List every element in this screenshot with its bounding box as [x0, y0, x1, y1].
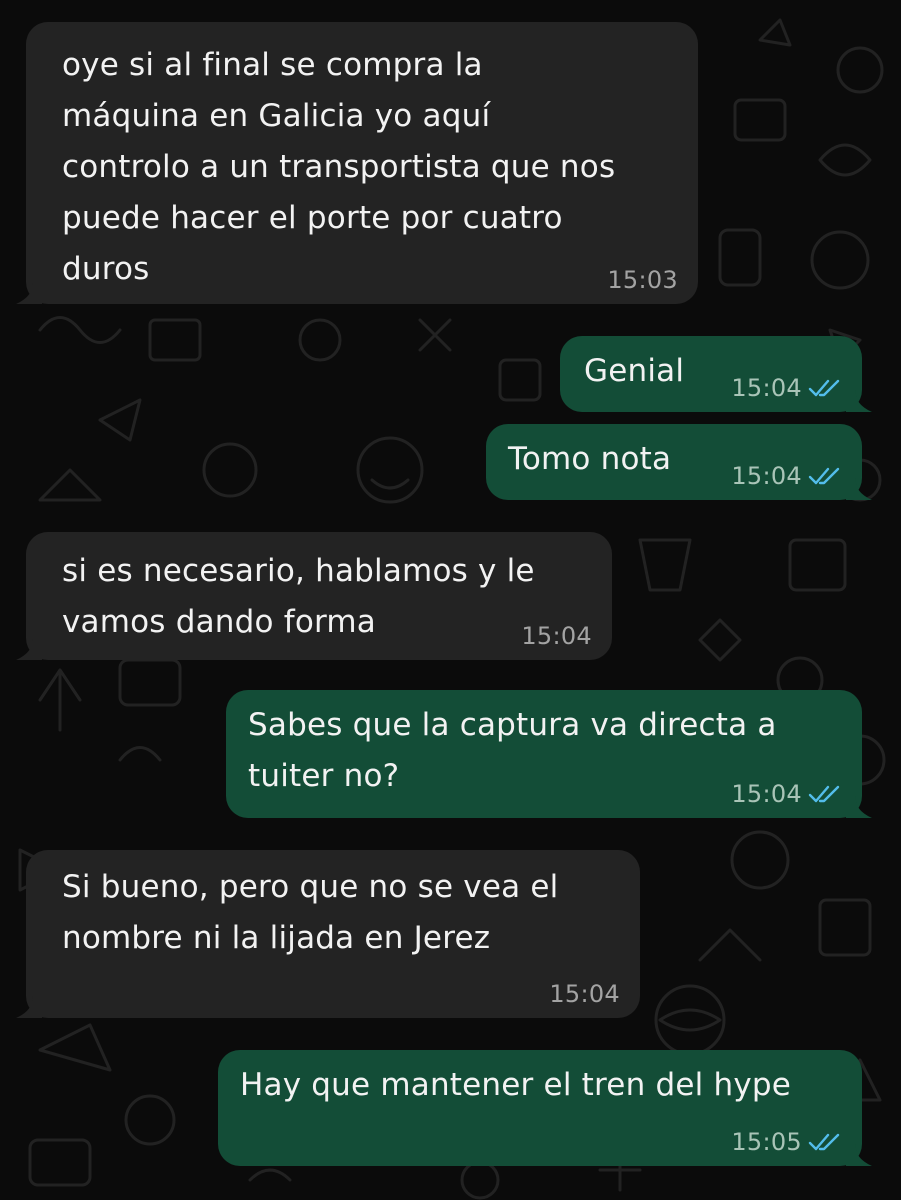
message-time: 15:03: [607, 266, 678, 294]
message-meta: 15:04: [549, 980, 620, 1008]
incoming-message[interactable]: si es necesario, hablamos y le vamos dan…: [16, 532, 612, 660]
bubble-tail: [16, 282, 42, 304]
message-meta: 15:04: [731, 780, 842, 808]
message-time: 15:04: [521, 622, 592, 650]
outgoing-message[interactable]: Tomo nota 15:04: [486, 424, 872, 500]
message-meta: 15:05: [731, 1128, 842, 1156]
bubble-tail: [846, 478, 872, 500]
bubble-tail: [846, 796, 872, 818]
incoming-message[interactable]: oye si al final se compra la máquina en …: [16, 22, 698, 304]
double-check-icon: [808, 467, 840, 485]
message-time: 15:04: [731, 462, 802, 490]
message-text: Genial: [584, 353, 685, 389]
bubble-tail: [16, 996, 42, 1018]
double-check-icon: [808, 379, 840, 397]
message-time: 15:05: [731, 1128, 802, 1156]
message-text: oye si al final se compra la máquina en …: [62, 47, 616, 287]
double-check-icon: [808, 785, 840, 803]
outgoing-message[interactable]: Hay que mantener el tren del hype 15:05: [218, 1050, 872, 1166]
outgoing-message[interactable]: Sabes que la captura va directa a tuiter…: [226, 690, 872, 818]
double-check-icon: [808, 1133, 840, 1151]
incoming-message[interactable]: Si bueno, pero que no se vea el nombre n…: [16, 850, 640, 1018]
message-time: 15:04: [731, 780, 802, 808]
message-text: Sabes que la captura va directa a tuiter…: [248, 707, 777, 794]
bubble-tail: [846, 1144, 872, 1166]
message-list[interactable]: oye si al final se compra la máquina en …: [0, 0, 901, 1200]
message-text: Hay que mantener el tren del hype: [240, 1067, 792, 1103]
message-time: 15:04: [731, 374, 802, 402]
message-text: Tomo nota: [508, 441, 672, 477]
message-text: si es necesario, hablamos y le vamos dan…: [62, 553, 535, 640]
message-meta: 15:03: [607, 266, 678, 294]
message-meta: 15:04: [731, 462, 842, 490]
outgoing-message[interactable]: Genial 15:04: [560, 336, 872, 412]
bubble-tail: [846, 390, 872, 412]
message-time: 15:04: [549, 980, 620, 1008]
message-meta: 15:04: [731, 374, 842, 402]
message-meta: 15:04: [521, 622, 592, 650]
message-text: Si bueno, pero que no se vea el nombre n…: [62, 869, 559, 956]
bubble-tail: [16, 638, 42, 660]
